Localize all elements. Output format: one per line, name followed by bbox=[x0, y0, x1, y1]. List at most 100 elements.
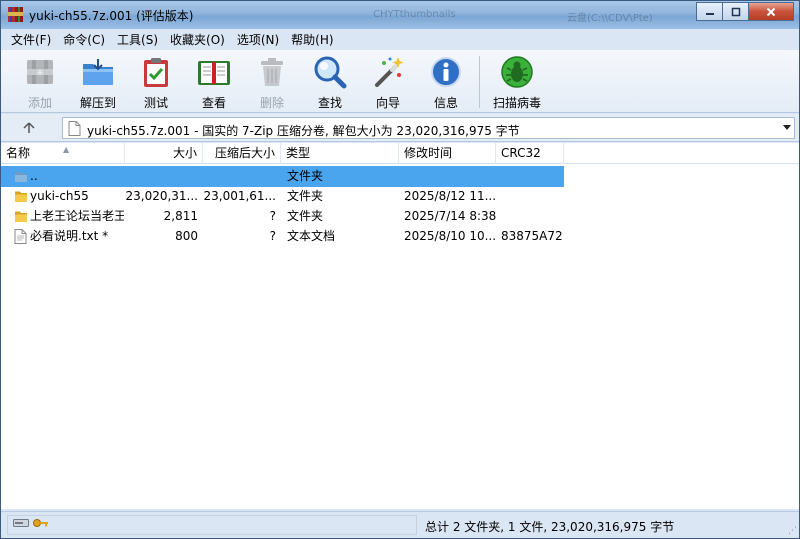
find-button-label: 查找 bbox=[317, 96, 342, 110]
archive-file-icon bbox=[68, 121, 81, 136]
add-archive-icon: ⊕ bbox=[23, 55, 57, 89]
address-field[interactable]: yuki-ch55.7z.001 - 国实的 7-Zip 压缩分卷, 解包大小为… bbox=[62, 117, 795, 139]
file-modified: 2025/8/12 11... bbox=[404, 189, 496, 203]
title-bar[interactable]: yuki-ch55.7z.001 (评估版本) CHYTthumbnails 云… bbox=[1, 1, 799, 29]
extract-to-button-label: 解压到 bbox=[79, 96, 116, 110]
up-one-level-button[interactable] bbox=[11, 118, 47, 138]
file-row-parent[interactable]: .. 文件夹 bbox=[1, 166, 564, 187]
view-button[interactable]: 查看 bbox=[185, 50, 243, 112]
close-icon bbox=[766, 7, 776, 16]
window-title: yuki-ch55.7z.001 (评估版本) bbox=[29, 9, 194, 23]
file-type: 文件夹 bbox=[287, 189, 324, 203]
delete-button-label: 删除 bbox=[259, 96, 284, 110]
minimize-button[interactable] bbox=[696, 2, 723, 21]
info-button-label: 信息 bbox=[433, 96, 458, 110]
file-type: 文本文档 bbox=[287, 229, 336, 243]
file-size: 800 bbox=[175, 229, 198, 243]
status-summary: 总计 2 文件夹, 1 文件, 23,020,316,975 字节 bbox=[425, 520, 675, 534]
delete-button[interactable]: 删除 bbox=[243, 50, 301, 112]
column-header-modified-label: 修改时间 bbox=[404, 146, 453, 160]
text-file-icon bbox=[14, 229, 27, 244]
file-size: 2,811 bbox=[163, 209, 198, 223]
file-size: 23,020,31... bbox=[125, 189, 198, 203]
up-arrow-icon bbox=[23, 122, 35, 133]
file-name: 必看说明.txt * bbox=[30, 229, 109, 243]
winrar-window: yuki-ch55.7z.001 (评估版本) CHYTthumbnails 云… bbox=[0, 0, 800, 539]
column-header-crc-label: CRC32 bbox=[501, 146, 541, 160]
column-header-name-label: 名称 bbox=[6, 146, 31, 160]
drive-icon[interactable] bbox=[13, 518, 29, 528]
find-magnifier-icon bbox=[313, 55, 347, 89]
column-header-modified[interactable]: 修改时间 bbox=[399, 143, 496, 164]
sort-ascending-icon: ▲ bbox=[63, 145, 70, 154]
file-row[interactable]: 上老王论坛当老王 2,811 ? 文件夹 2025/7/14 8:38 bbox=[1, 206, 564, 227]
window-controls bbox=[696, 2, 794, 22]
add-button-label: 添加 bbox=[27, 96, 52, 110]
file-packed-size: 23,001,61... bbox=[203, 189, 276, 203]
column-headers: 名称 ▲ 大小 压缩后大小 类型 修改时间 CRC32 bbox=[1, 143, 799, 164]
file-name: 上老王论坛当老王 bbox=[30, 209, 124, 223]
virus-scan-icon bbox=[500, 55, 534, 89]
find-button[interactable]: 查找 bbox=[301, 50, 359, 112]
toolbar: ⊕ 添加 解压到 测试 查看 删除 查找 向导 信息 扫描病毒 bbox=[1, 50, 799, 113]
view-button-label: 查看 bbox=[201, 96, 226, 110]
menu-tools[interactable]: 工具(S) bbox=[111, 30, 164, 50]
wizard-button[interactable]: 向导 bbox=[359, 50, 417, 112]
file-name: .. bbox=[30, 169, 38, 183]
address-bar: yuki-ch55.7z.001 - 国实的 7-Zip 压缩分卷, 解包大小为… bbox=[1, 114, 799, 142]
test-button-label: 测试 bbox=[143, 96, 168, 110]
status-icons bbox=[13, 518, 49, 528]
column-header-type[interactable]: 类型 bbox=[281, 143, 399, 164]
wizard-button-label: 向导 bbox=[375, 96, 400, 110]
file-row[interactable]: 必看说明.txt * 800 ? 文本文档 2025/8/10 10... 83… bbox=[1, 226, 564, 247]
folder-icon bbox=[15, 211, 27, 222]
file-type: 文件夹 bbox=[287, 169, 324, 183]
status-bar: 总计 2 文件夹, 1 文件, 23,020,316,975 字节 ⋰ bbox=[1, 511, 799, 538]
parent-folder-icon bbox=[15, 172, 27, 182]
file-list[interactable]: .. 文件夹 yuki-ch55 23,020,31... 23,001,61.… bbox=[1, 164, 799, 509]
file-name: yuki-ch55 bbox=[30, 189, 89, 203]
status-left-pane bbox=[7, 515, 417, 535]
test-button[interactable]: 测试 bbox=[127, 50, 185, 112]
virus-scan-button[interactable]: 扫描病毒 bbox=[484, 50, 550, 112]
column-header-name[interactable]: 名称 ▲ bbox=[1, 143, 125, 164]
maximize-button[interactable] bbox=[722, 2, 749, 21]
menu-favorites[interactable]: 收藏夹(O) bbox=[164, 30, 231, 50]
column-header-size[interactable]: 大小 bbox=[125, 143, 203, 164]
view-book-icon bbox=[197, 55, 231, 89]
file-packed-size: ? bbox=[269, 229, 276, 243]
background-tab-label: CHYTthumbnails bbox=[373, 9, 456, 20]
close-button[interactable] bbox=[748, 2, 794, 21]
file-packed-size: ? bbox=[269, 209, 276, 223]
test-clipboard-icon bbox=[139, 55, 173, 89]
file-modified: 2025/7/14 8:38 bbox=[404, 209, 496, 223]
file-row[interactable]: yuki-ch55 23,020,31... 23,001,61... 文件夹 … bbox=[1, 186, 564, 207]
add-button[interactable]: ⊕ 添加 bbox=[11, 50, 69, 112]
toolbar-separator bbox=[479, 56, 480, 108]
menu-options[interactable]: 选项(N) bbox=[231, 30, 285, 50]
minimize-icon bbox=[705, 12, 714, 15]
svg-text:⊕: ⊕ bbox=[37, 68, 44, 77]
menu-file[interactable]: 文件(F) bbox=[5, 30, 57, 50]
chevron-down-icon[interactable] bbox=[783, 123, 791, 131]
wizard-wand-icon bbox=[371, 55, 405, 89]
address-text: yuki-ch55.7z.001 - 国实的 7-Zip 压缩分卷, 解包大小为… bbox=[87, 124, 520, 138]
virus-scan-button-label: 扫描病毒 bbox=[492, 96, 541, 110]
extract-to-button[interactable]: 解压到 bbox=[69, 50, 127, 112]
winrar-app-icon bbox=[8, 7, 23, 22]
file-modified: 2025/8/10 10... bbox=[404, 229, 496, 243]
column-header-packed-label: 压缩后大小 bbox=[214, 146, 275, 160]
background-tab-label: 云盘(C:\\CDV\Pte) bbox=[567, 13, 653, 24]
resize-grip-icon[interactable]: ⋰ bbox=[788, 526, 797, 536]
column-header-type-label: 类型 bbox=[286, 146, 311, 160]
info-button[interactable]: 信息 bbox=[417, 50, 475, 112]
menu-help[interactable]: 帮助(H) bbox=[285, 30, 339, 50]
menu-bar: 文件(F) 命令(C) 工具(S) 收藏夹(O) 选项(N) 帮助(H) bbox=[1, 29, 799, 50]
menu-commands[interactable]: 命令(C) bbox=[57, 30, 111, 50]
column-header-crc[interactable]: CRC32 bbox=[496, 143, 564, 164]
delete-trash-icon bbox=[255, 55, 289, 89]
extract-folder-icon bbox=[81, 55, 115, 89]
info-icon bbox=[429, 55, 463, 89]
key-icon[interactable] bbox=[33, 518, 49, 528]
column-header-packed[interactable]: 压缩后大小 bbox=[203, 143, 281, 164]
